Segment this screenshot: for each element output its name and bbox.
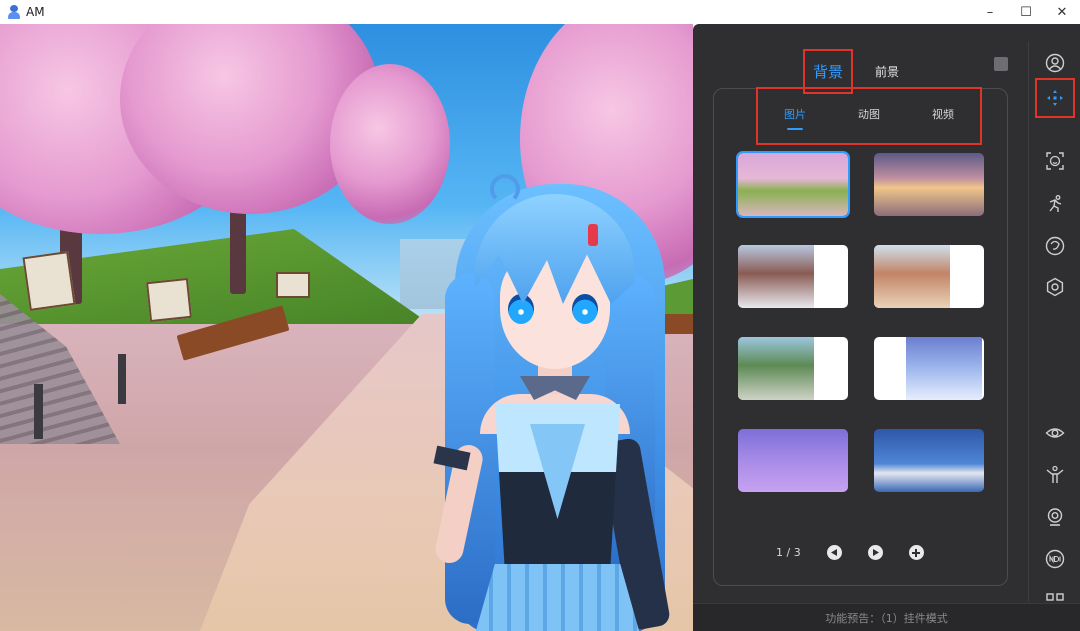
signboard bbox=[22, 251, 76, 311]
thumbnail-snowy-night[interactable] bbox=[874, 337, 984, 400]
tab-foreground[interactable]: 前景 bbox=[875, 61, 899, 82]
ndi-icon bbox=[1045, 549, 1065, 569]
background-picker: 图片 动图 视频 1 / 3 bbox=[713, 87, 1008, 586]
sidebar-avatar[interactable] bbox=[1042, 50, 1068, 76]
thumbnail-sunset-hall[interactable] bbox=[874, 153, 984, 216]
thumbnail-town-street[interactable] bbox=[874, 245, 984, 308]
media-type-tabs: 图片 动图 视频 bbox=[756, 87, 982, 145]
signboard bbox=[276, 272, 310, 298]
prev-page-icon bbox=[830, 549, 837, 556]
pagination: 1 / 3 bbox=[776, 545, 924, 560]
bollard bbox=[118, 354, 126, 404]
window-title: AM bbox=[26, 5, 45, 19]
settings-icon bbox=[1046, 277, 1064, 297]
page-indicator: 1 / 3 bbox=[776, 546, 801, 559]
face-capture-icon bbox=[1046, 152, 1064, 170]
sidebar-settings[interactable] bbox=[1042, 274, 1068, 300]
avatar-viewport[interactable] bbox=[0, 24, 693, 631]
sidebar-ndi[interactable] bbox=[1042, 546, 1068, 572]
subtab-videos[interactable]: 视频 bbox=[932, 106, 954, 126]
app-logo-icon bbox=[8, 5, 20, 19]
sidebar-face-capture[interactable] bbox=[1042, 148, 1068, 174]
motion-icon bbox=[1049, 195, 1062, 212]
thumbnail-winter-street[interactable] bbox=[738, 245, 848, 308]
sidebar-webcam[interactable] bbox=[1042, 504, 1068, 530]
sidebar-view[interactable] bbox=[1042, 420, 1068, 446]
next-page-button[interactable] bbox=[867, 545, 883, 560]
settings-panel: 背景 前景 图片 动图 视频 1 / 3 功能预告：（1）挂件模式 bbox=[693, 24, 1080, 631]
eye-icon bbox=[1045, 428, 1065, 438]
thumbnail-grid bbox=[736, 151, 984, 492]
window-controls: – ☐ ✕ bbox=[972, 0, 1080, 24]
plus-icon bbox=[912, 548, 921, 557]
title-bar: AM – ☐ ✕ bbox=[0, 0, 1080, 24]
sidebar-background[interactable] bbox=[1035, 78, 1075, 118]
panel-toggle-button[interactable] bbox=[994, 57, 1008, 71]
next-page-icon bbox=[872, 549, 879, 556]
minimize-button[interactable]: – bbox=[972, 0, 1008, 24]
pose-icon bbox=[1046, 465, 1064, 483]
add-background-button[interactable] bbox=[908, 545, 924, 560]
avatar-skirt bbox=[475, 564, 640, 631]
subtab-images[interactable]: 图片 bbox=[784, 106, 806, 130]
prev-page-button[interactable] bbox=[826, 545, 842, 560]
sidebar-motion[interactable] bbox=[1042, 191, 1068, 217]
webcam-icon bbox=[1047, 508, 1063, 526]
anime-avatar[interactable] bbox=[420, 154, 693, 631]
thumbnail-garden-plaza[interactable] bbox=[738, 337, 848, 400]
theme-icon bbox=[1045, 236, 1065, 256]
subtab-gifs[interactable]: 动图 bbox=[858, 106, 880, 126]
sidebar-theme[interactable] bbox=[1042, 233, 1068, 259]
thumbnail-cherry-blossom-park[interactable] bbox=[736, 151, 850, 218]
signboard bbox=[146, 277, 192, 323]
feature-preview-footer: 功能预告：（1）挂件模式 bbox=[693, 603, 1080, 631]
avatar-ahoge bbox=[490, 174, 520, 204]
sidebar-pose[interactable] bbox=[1042, 462, 1068, 488]
close-button[interactable]: ✕ bbox=[1044, 0, 1080, 24]
background-move-icon bbox=[1047, 90, 1063, 106]
thumbnail-purple-stage[interactable] bbox=[738, 429, 848, 492]
avatar-hairclip bbox=[588, 224, 598, 246]
user-icon bbox=[1045, 53, 1065, 73]
maximize-button[interactable]: ☐ bbox=[1008, 0, 1044, 24]
tool-sidebar bbox=[1028, 42, 1080, 611]
avatar-eye bbox=[572, 294, 598, 324]
bollard bbox=[34, 384, 43, 439]
thumbnail-blue-room[interactable] bbox=[874, 429, 984, 492]
